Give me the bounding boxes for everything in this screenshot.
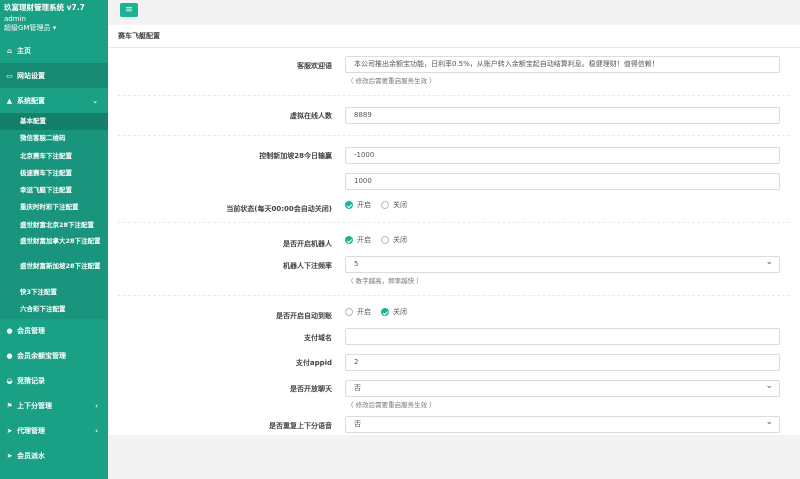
sg28-max-input[interactable]: 1000 xyxy=(345,173,780,190)
state-on-radio[interactable] xyxy=(345,201,353,209)
submenu-item-canada28[interactable]: 盛世财富加拿大28下注配置 xyxy=(0,234,108,259)
sidebar-item-site-settings[interactable]: ▭ 网站设置 xyxy=(0,63,108,88)
sidebar: 玖富理财管理系统 v7.7 admin 超级GM管理员 ▾ ⌂ 主页 ▭ 网站设置 … xyxy=(0,0,108,479)
robot-radio-group: 开启 关闭 xyxy=(345,235,413,245)
appid-label: 支付appid xyxy=(295,359,332,367)
submenu-item-singapore28[interactable]: 盛世财富新加坡28下注配置 xyxy=(0,259,108,284)
panel-divider xyxy=(108,47,800,48)
state-label: 当前状态(每天00:00会自动关闭) xyxy=(226,205,332,213)
robot-off-label: 关闭 xyxy=(393,236,407,244)
sidebar-item-bet-records[interactable]: ◒ 竞猜记录 xyxy=(0,369,108,394)
chevron-down-icon: ⌄ xyxy=(92,96,98,105)
sidebar-item-member-yuebao[interactable]: ● 会员余额宝管理 xyxy=(0,344,108,369)
user-role-dropdown[interactable]: 超级GM管理员 ▾ xyxy=(0,24,108,33)
chevron-left-icon: ‹ xyxy=(95,402,98,411)
sidebar-item-label: 系统配置 xyxy=(17,96,45,105)
flask-icon: ▲ xyxy=(6,96,13,105)
welcome-input[interactable]: 本公司推出余额宝功能，日利率0.5%，从账户转入余额宝起自动结算利息。稳健理财！… xyxy=(345,56,780,73)
sidebar-item-agents[interactable]: ➤ 代理管理 ‹ xyxy=(0,419,108,444)
sidebar-item-label: 网站设置 xyxy=(17,71,45,80)
sg28-min-input[interactable]: -1000 xyxy=(345,147,780,164)
sidebar-item-label: 会员余额宝管理 xyxy=(17,352,66,361)
robot-on-radio[interactable] xyxy=(345,236,353,244)
sidebar-item-home[interactable]: ⌂ 主页 xyxy=(0,38,108,63)
sidebar-item-rebate[interactable]: ➤ 会员派水 xyxy=(0,444,108,469)
sidebar-item-label: 代理管理 xyxy=(17,427,45,436)
robot-freq-hint: （ 数字越高，频率越快 ） xyxy=(347,277,423,285)
state-on-label: 开启 xyxy=(357,201,371,209)
submenu-item-beijing-racing[interactable]: 北京赛车下注配置 xyxy=(0,148,108,165)
robot-off-radio[interactable] xyxy=(381,236,389,244)
robot-on-label: 开启 xyxy=(357,236,371,244)
robot-label: 是否开启机器人 xyxy=(283,240,332,248)
appid-input[interactable]: 2 xyxy=(345,354,780,371)
online-label: 虚拟在线人数 xyxy=(290,112,332,120)
chevron-left-icon: ‹ xyxy=(95,427,98,436)
auto-radio-group: 开启 关闭 xyxy=(345,307,413,317)
submenu-system-config: 基本配置 微信客服二维码 北京赛车下注配置 极速赛车下注配置 幸运飞艇下注配置 … xyxy=(0,113,108,319)
sidebar-item-label: 竞猜记录 xyxy=(17,377,45,386)
submenu-item-k3[interactable]: 快3下注配置 xyxy=(0,284,108,301)
auto-on-radio[interactable] xyxy=(345,308,353,316)
sidebar-item-label: 会员派水 xyxy=(17,452,45,461)
caret-down-icon: ▾ xyxy=(52,23,57,32)
flag-icon: ⚑ xyxy=(6,402,13,411)
online-input[interactable]: 8889 xyxy=(345,107,780,124)
sidebar-item-label: 上下分管理 xyxy=(17,402,52,411)
divider xyxy=(118,95,790,97)
home-icon: ⌂ xyxy=(6,46,12,55)
send-icon: ➤ xyxy=(6,452,13,461)
user-icon: ● xyxy=(6,352,13,361)
chat-select[interactable]: 否 xyxy=(345,380,780,397)
submenu-item-basic[interactable]: 基本配置 xyxy=(0,113,108,131)
user-icon: ● xyxy=(6,327,13,336)
car-icon: ◒ xyxy=(6,377,13,386)
state-off-label: 关闭 xyxy=(393,201,407,209)
domain-input[interactable] xyxy=(345,328,780,345)
window-icon: ▭ xyxy=(6,71,13,80)
voice-label: 是否重复上下分语音 xyxy=(269,422,332,430)
submenu-item-beijing28[interactable]: 盛世财富北京28下注配置 xyxy=(0,217,108,234)
voice-select[interactable]: 否 xyxy=(345,416,780,433)
robot-freq-select[interactable]: 5 xyxy=(345,256,780,273)
auto-label: 是否开启自动到账 xyxy=(276,312,332,320)
submenu-item-speed-racing[interactable]: 极速赛车下注配置 xyxy=(0,165,108,182)
user-name[interactable]: admin xyxy=(0,15,108,24)
domain-label: 支付域名 xyxy=(304,334,332,342)
submenu-item-mark-six[interactable]: 六合彩下注配置 xyxy=(0,301,108,318)
auto-on-label: 开启 xyxy=(357,308,371,316)
divider xyxy=(118,295,790,297)
divider xyxy=(118,222,790,224)
sidebar-item-members[interactable]: ● 会员管理 xyxy=(0,319,108,344)
user-role: 超级GM管理员 xyxy=(4,23,51,32)
config-panel: 赛车飞艇配置 客服欢迎语 本公司推出余额宝功能，日利率0.5%，从账户转入余额宝… xyxy=(108,25,800,435)
app-brand: 玖富理财管理系统 v7.7 xyxy=(4,3,85,12)
submenu-item-lucky-airship[interactable]: 幸运飞艇下注配置 xyxy=(0,182,108,199)
sidebar-item-system-config[interactable]: ▲ 系统配置 ⌄ xyxy=(0,88,108,113)
state-off-radio[interactable] xyxy=(381,201,389,209)
sg28-label: 控制新加坡28今日输赢 xyxy=(259,152,332,160)
sidebar-item-label: 主页 xyxy=(17,46,31,55)
top-bar: ≡ xyxy=(108,0,800,22)
chat-hint: （ 修改后需要重启服务生效 ） xyxy=(347,401,436,409)
robot-freq-label: 机器人下注频率 xyxy=(283,262,332,270)
sidebar-item-points[interactable]: ⚑ 上下分管理 ‹ xyxy=(0,394,108,419)
panel-title: 赛车飞艇配置 xyxy=(118,32,160,40)
submenu-item-chongqing[interactable]: 重庆时时彩下注配置 xyxy=(0,199,108,216)
welcome-hint: （ 修改后需要重启服务生效 ） xyxy=(347,77,436,85)
auto-off-label: 关闭 xyxy=(393,308,407,316)
send-icon: ➤ xyxy=(6,427,13,436)
state-radio-group: 开启 关闭 xyxy=(345,200,413,210)
submenu-item-wechat-qr[interactable]: 微信客服二维码 xyxy=(0,130,108,147)
sidebar-item-label: 会员管理 xyxy=(17,327,45,336)
bars-icon: ≡ xyxy=(125,5,133,15)
welcome-label: 客服欢迎语 xyxy=(297,62,332,70)
chat-label: 是否开放聊天 xyxy=(290,385,332,393)
divider xyxy=(118,135,790,137)
menu-toggle-button[interactable]: ≡ xyxy=(120,3,138,17)
auto-off-radio[interactable] xyxy=(381,308,389,316)
